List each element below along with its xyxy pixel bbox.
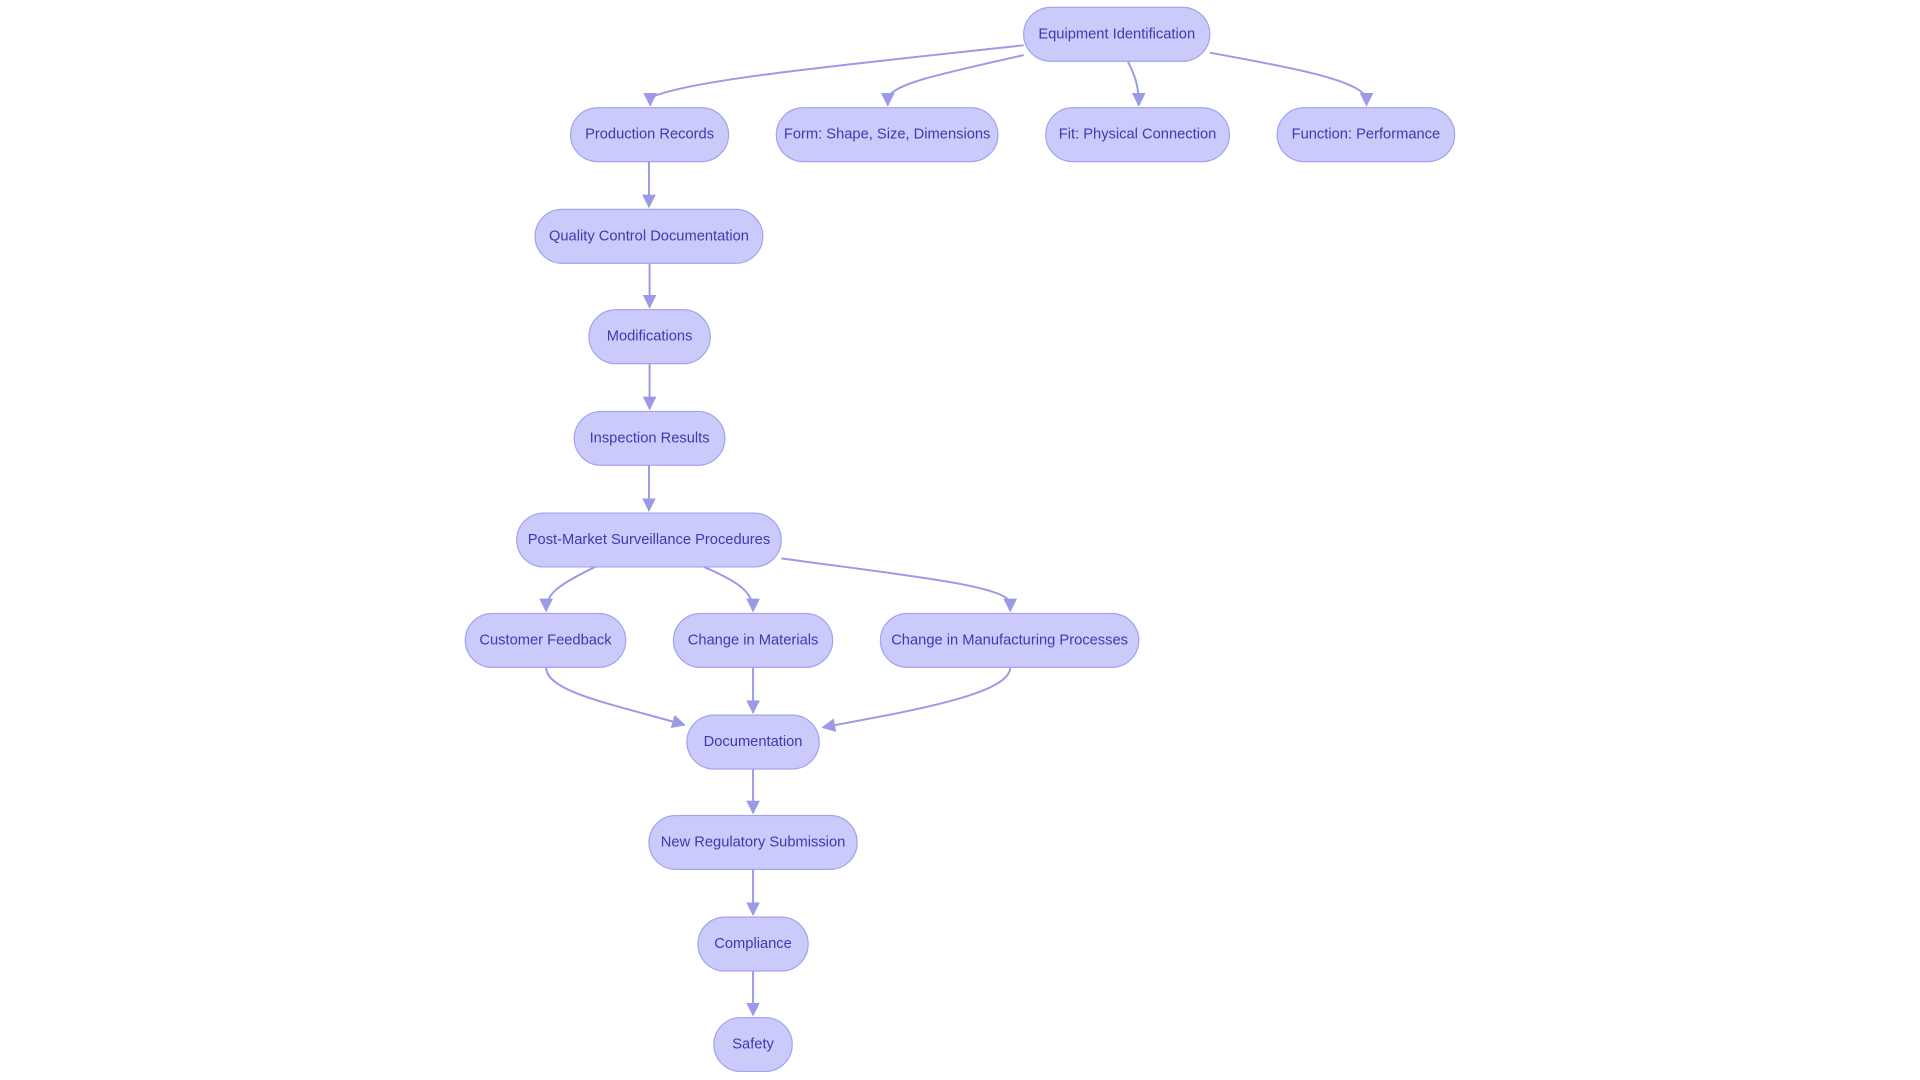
- node-pms: Post-Market Surveillance Procedures: [516, 512, 782, 568]
- node-label: Change in Manufacturing Processes: [891, 632, 1128, 648]
- edge-pms-to-cf: [539, 566, 596, 613]
- node-form: Form: Shape, Size, Dimensions: [775, 107, 999, 163]
- node-label: Customer Feedback: [479, 632, 612, 648]
- node-label: Safety: [732, 1036, 774, 1052]
- node-insp: Inspection Results: [573, 410, 726, 466]
- node-doc: Documentation: [686, 714, 820, 770]
- node-cm: Change in Materials: [672, 612, 834, 668]
- node-mod: Modifications: [588, 309, 711, 365]
- node-label: Documentation: [704, 734, 803, 750]
- node-label: Equipment Identification: [1038, 26, 1195, 42]
- node-label: New Regulatory Submission: [661, 834, 845, 850]
- flowchart: Equipment Identification Production Recor…: [464, 6, 1456, 1073]
- edge-pms-to-cm: [703, 566, 760, 613]
- node-qc: Quality Control Documentation: [534, 208, 764, 264]
- edge-pms-to-cmp: [781, 557, 1018, 613]
- node-label: Post-Market Surveillance Procedures: [528, 532, 770, 548]
- node-nrs: New Regulatory Submission: [648, 814, 858, 870]
- node-label: Compliance: [714, 936, 792, 952]
- node-label: Modifications: [607, 329, 693, 345]
- node-label: Quality Control Documentation: [549, 228, 749, 244]
- edge-cf-to-doc: [545, 667, 686, 729]
- node-equip: Equipment Identification: [1023, 6, 1211, 62]
- node-fit: Fit: Physical Connection: [1045, 107, 1230, 163]
- node-label: Function: Performance: [1292, 127, 1441, 143]
- node-prod: Production Records: [570, 107, 730, 163]
- node-label: Fit: Physical Connection: [1059, 127, 1217, 143]
- node-label: Change in Materials: [688, 632, 819, 648]
- node-label: Inspection Results: [590, 430, 710, 446]
- node-label: Form: Shape, Size, Dimensions: [784, 127, 991, 143]
- edge-equip-to-prod: [643, 44, 1024, 107]
- node-cmp: Change in Manufacturing Processes: [879, 612, 1140, 668]
- edge-equip-to-func: [1209, 51, 1374, 107]
- node-cf: Customer Feedback: [464, 612, 627, 668]
- edge-equip-to-form: [880, 54, 1024, 107]
- node-comp: Compliance: [697, 916, 809, 972]
- edge-cmp-to-doc: [821, 667, 1012, 732]
- node-func: Function: Performance: [1276, 107, 1456, 163]
- edge-equip-to-fit: [1126, 60, 1146, 107]
- node-safe: Safety: [713, 1016, 793, 1073]
- node-label: Production Records: [585, 127, 714, 143]
